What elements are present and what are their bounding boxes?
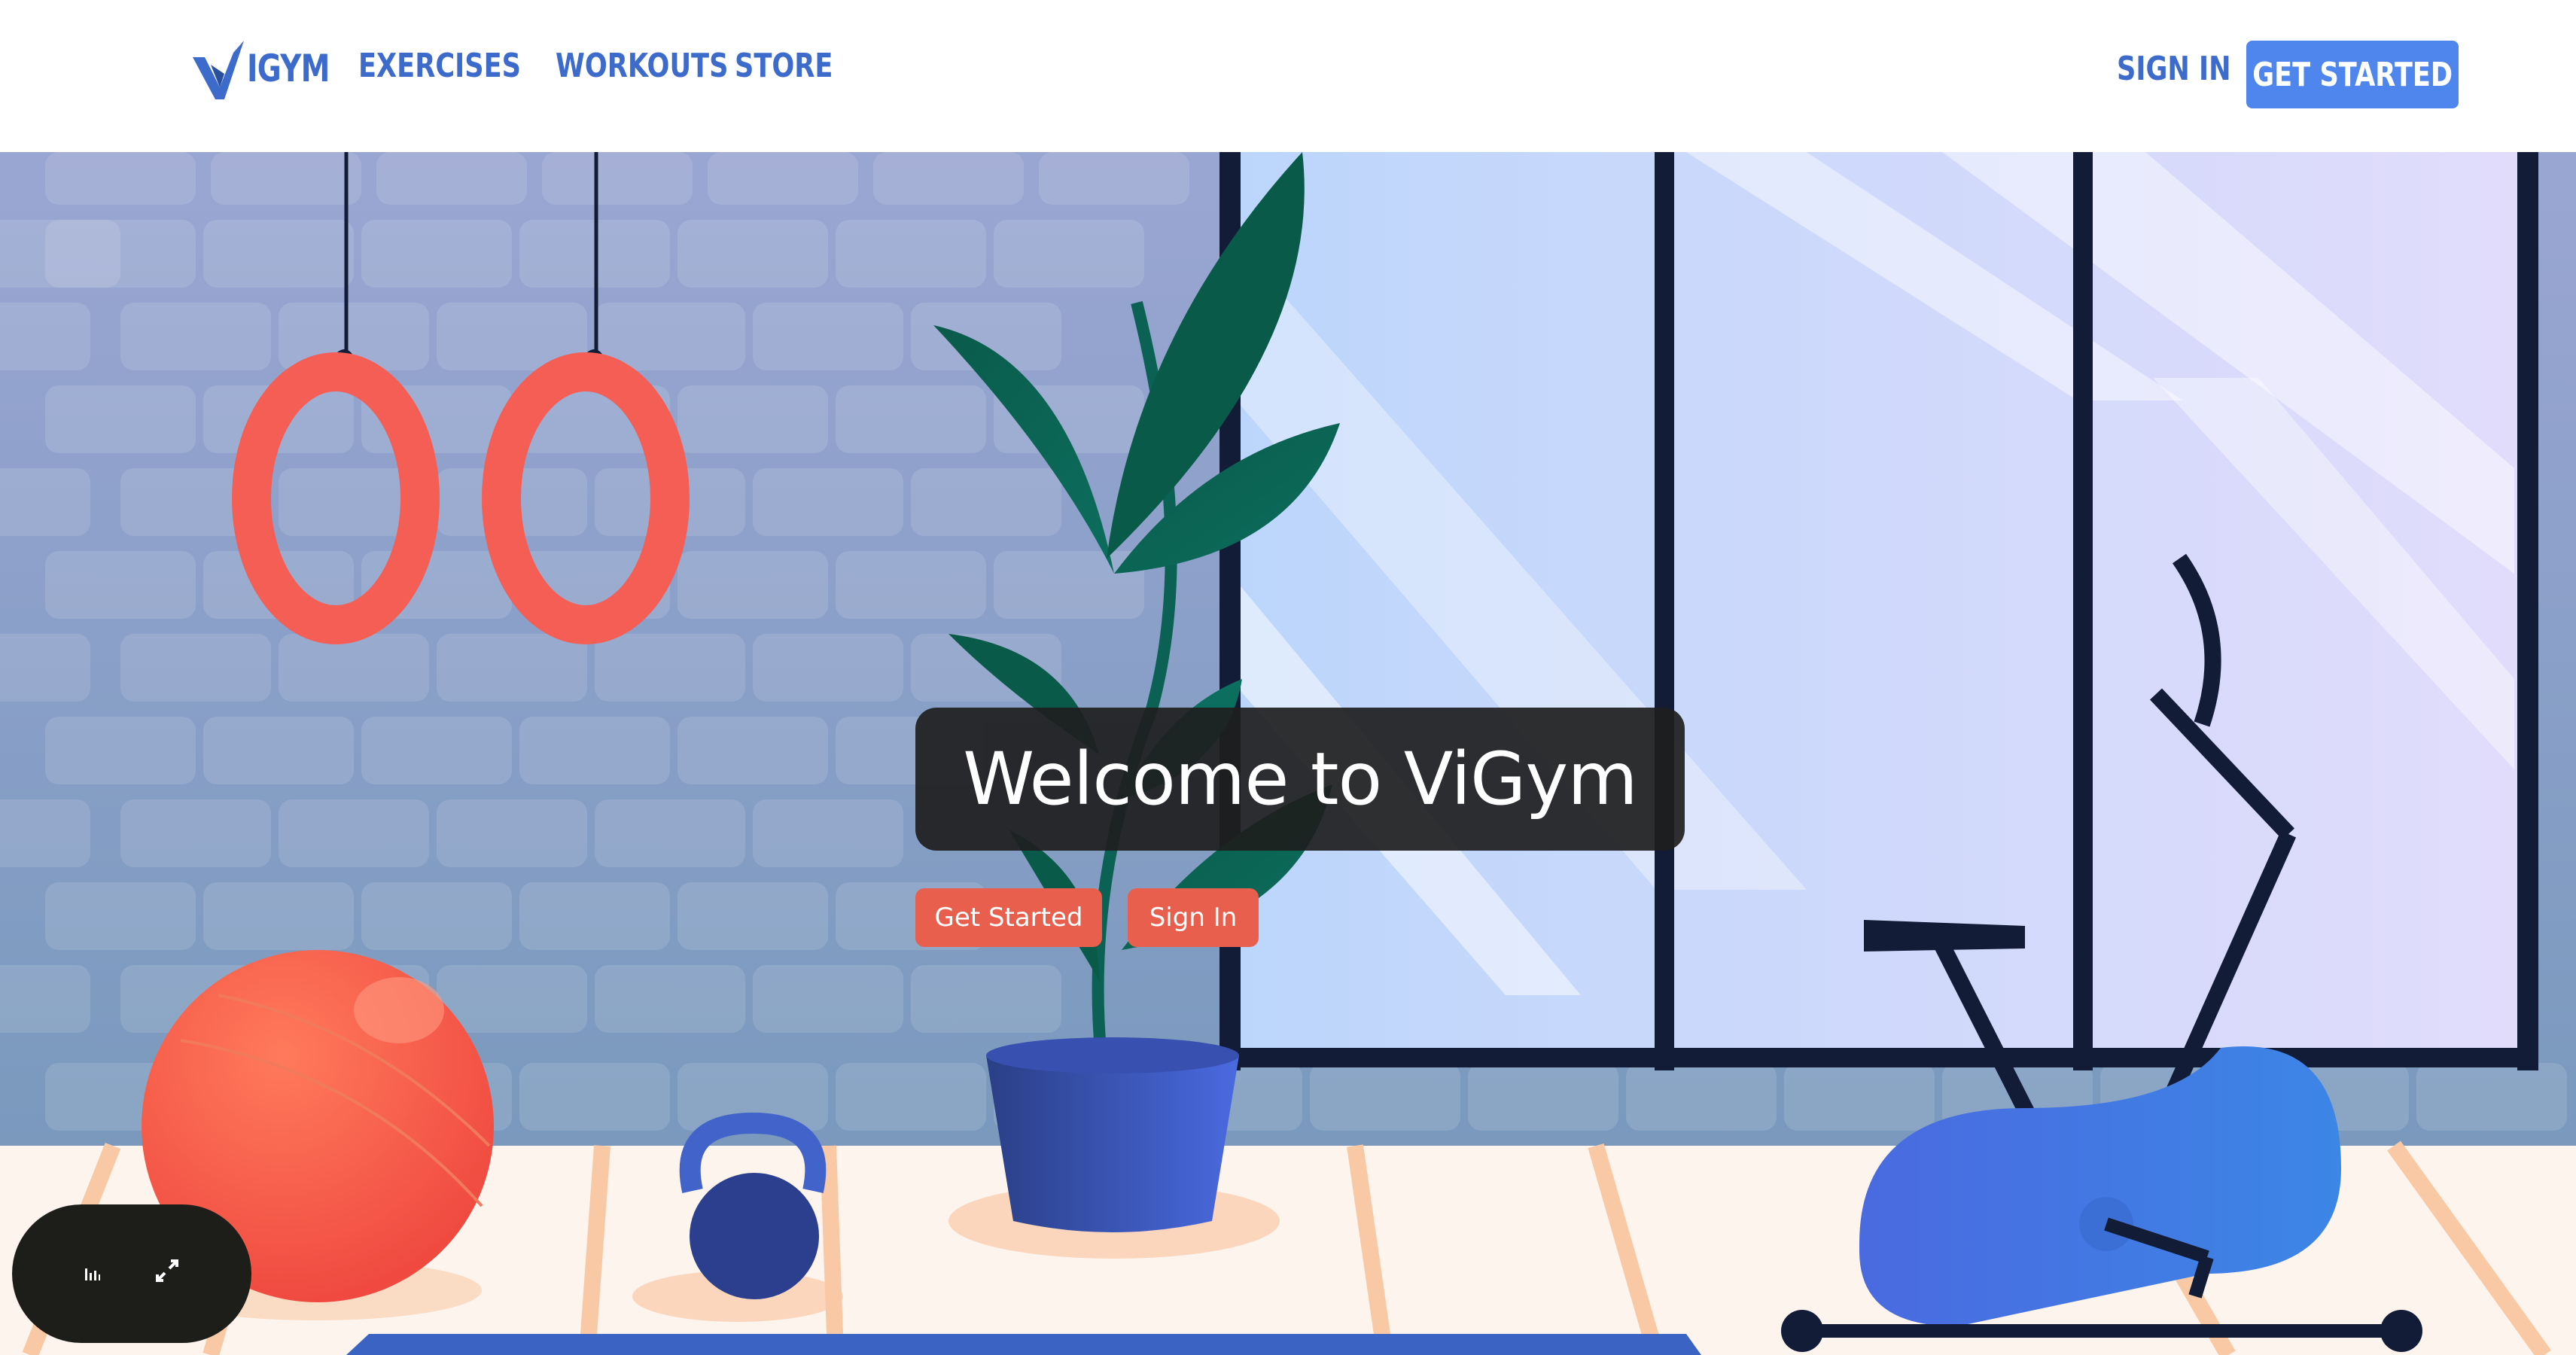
nav-workouts[interactable]: WORKOUTS: [556, 47, 728, 85]
expand-icon[interactable]: [154, 1258, 180, 1290]
welcome-banner: Welcome to ViGym: [915, 708, 1685, 851]
hero-sign-in-button[interactable]: Sign In: [1128, 888, 1259, 947]
hero-title: Welcome to ViGym: [963, 737, 1637, 821]
nav-store[interactable]: STORE: [735, 47, 833, 85]
logo-text: IGYM: [247, 47, 330, 90]
header-sign-in-link[interactable]: SIGN IN: [2117, 50, 2231, 88]
main-nav: EXERCISES WORKOUTS STORE: [358, 47, 833, 85]
logo[interactable]: IGYM: [190, 35, 353, 102]
equalizer-icon[interactable]: [84, 1259, 101, 1289]
nav-exercises[interactable]: EXERCISES: [358, 47, 521, 85]
hero-get-started-button[interactable]: Get Started: [915, 888, 1102, 947]
logo-mark-icon: [193, 41, 244, 99]
hero-section: Welcome to ViGym Get Started Sign In: [0, 152, 2576, 1355]
header-get-started-label: GET STARTED: [2252, 55, 2453, 94]
yoga-mat: [346, 1334, 1701, 1355]
header-get-started-button[interactable]: GET STARTED: [2246, 41, 2459, 108]
media-controls: [12, 1204, 251, 1343]
site-header: IGYM EXERCISES WORKOUTS STORE SIGN IN GE…: [0, 0, 2576, 152]
